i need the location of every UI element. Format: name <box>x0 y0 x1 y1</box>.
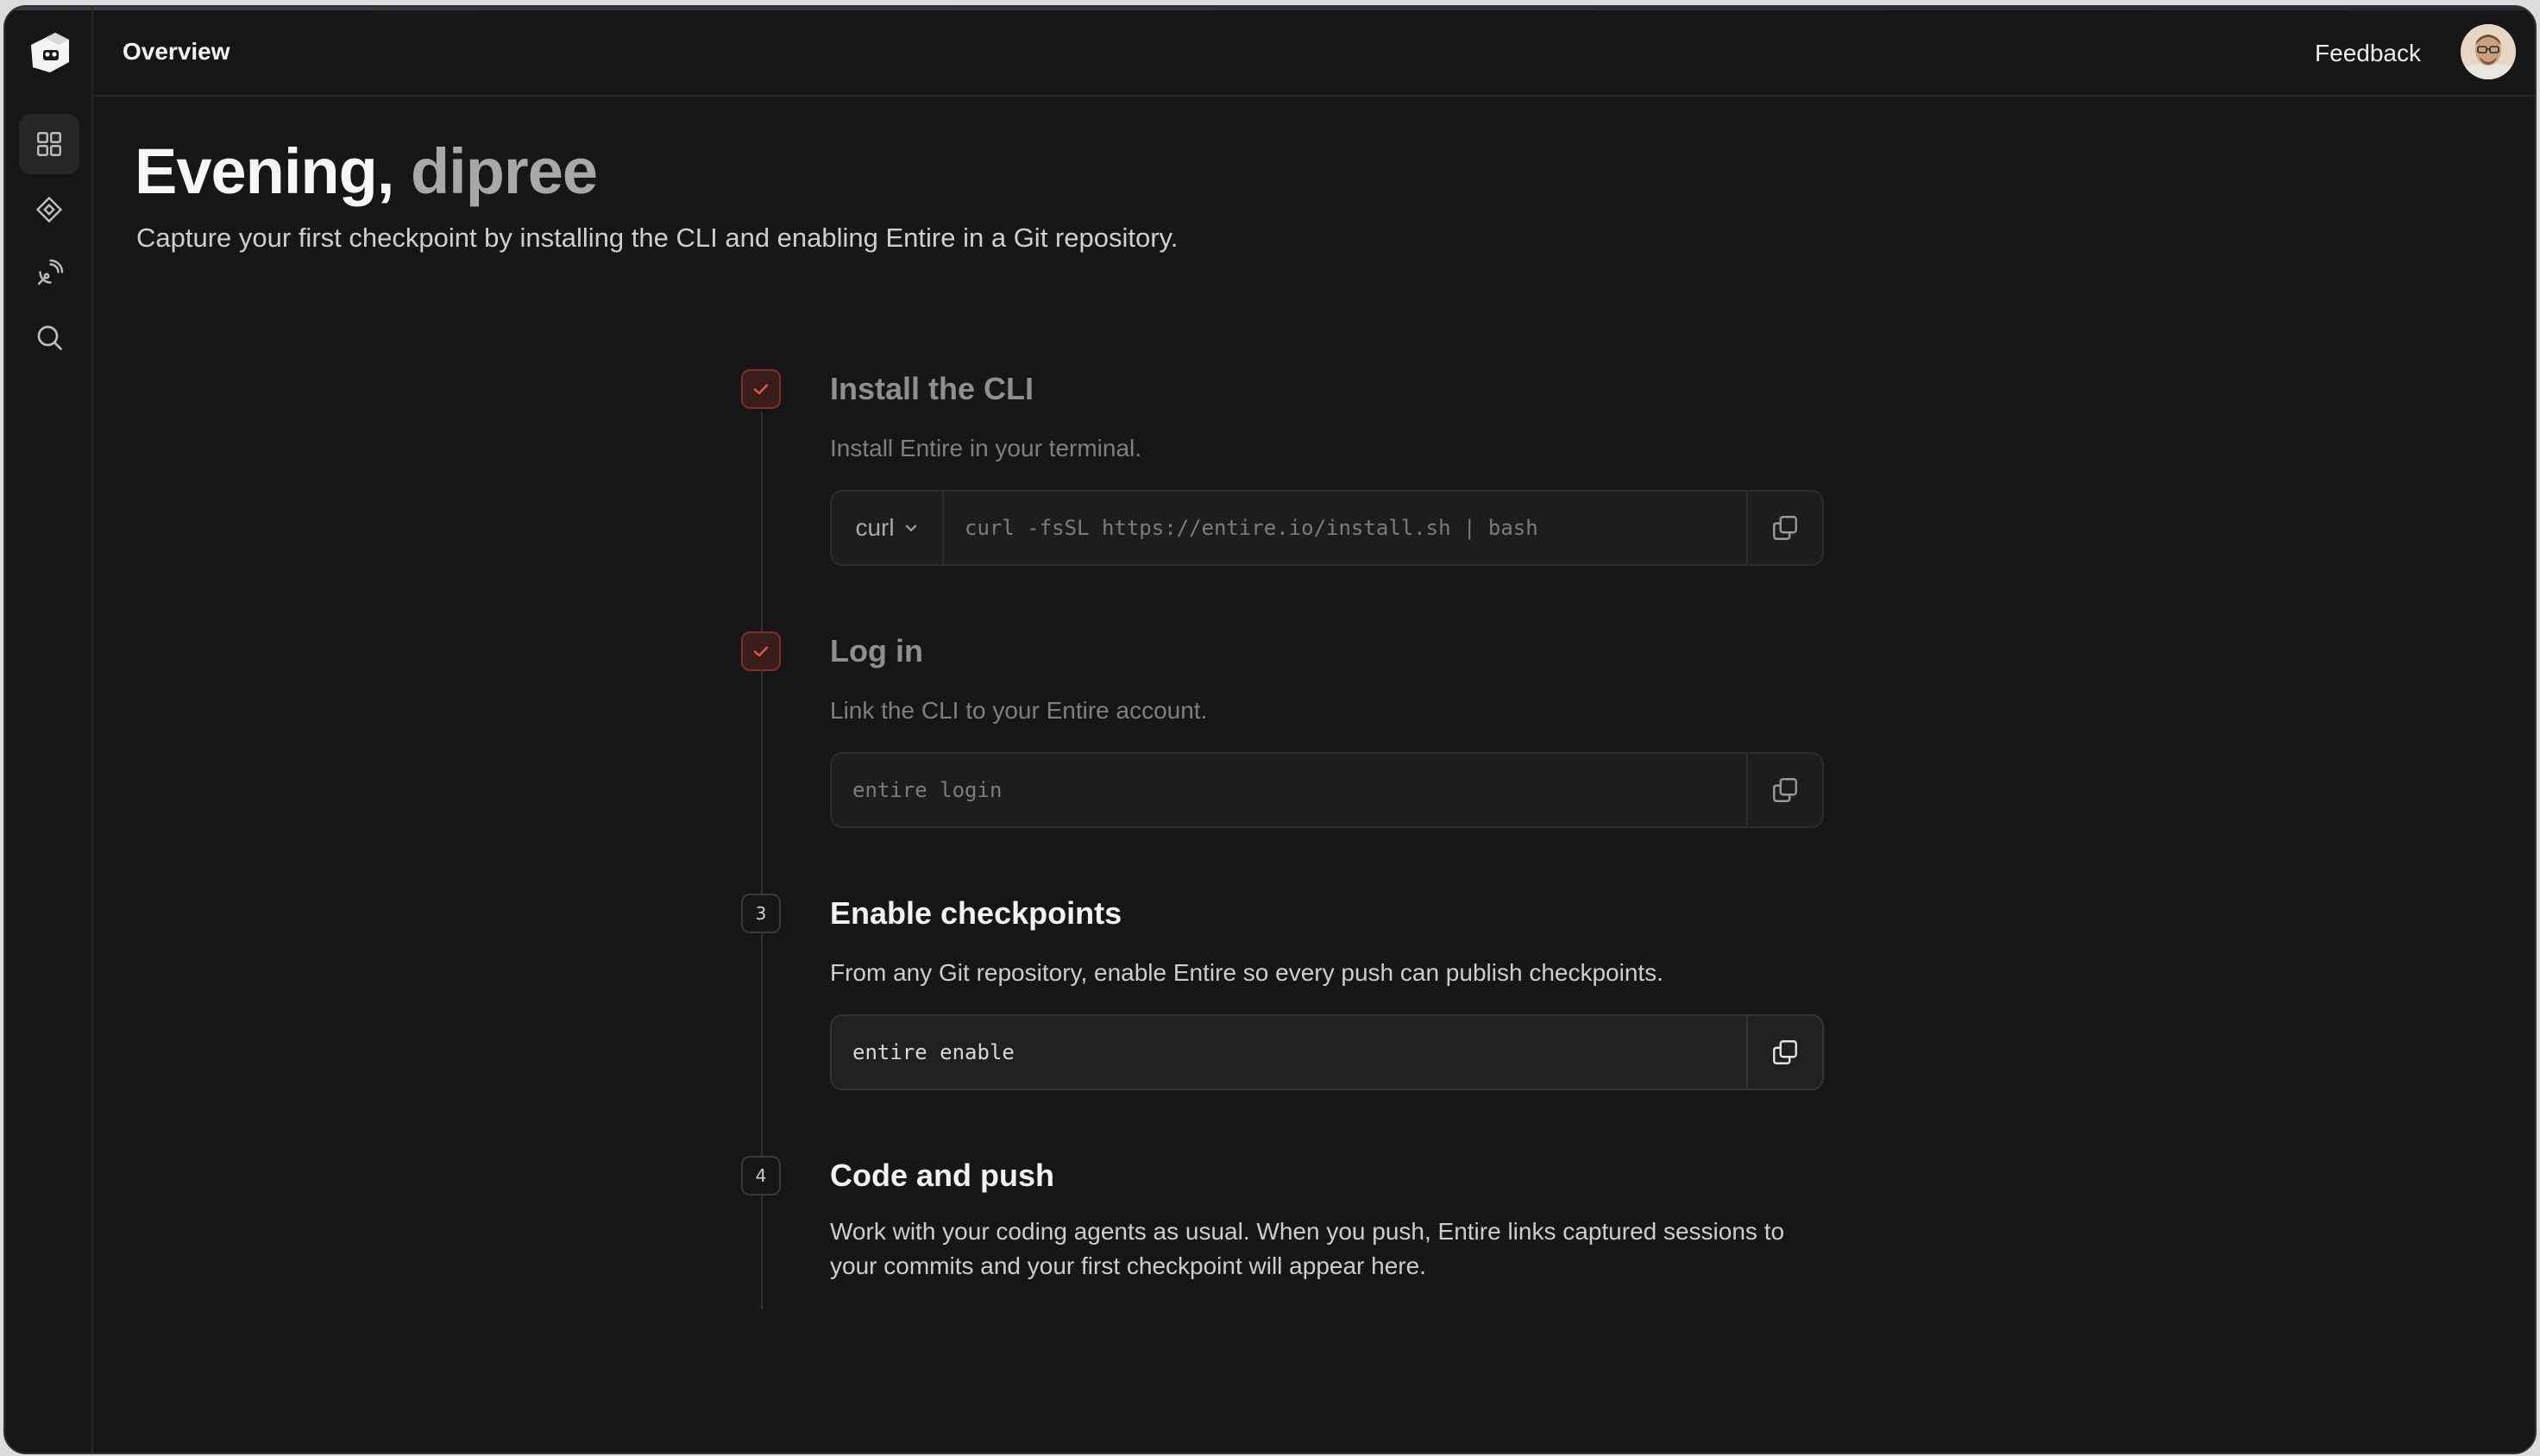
copy-icon <box>1773 778 1797 802</box>
command-text[interactable]: entire enable <box>832 1016 1746 1089</box>
command-box: entire login <box>830 752 1824 828</box>
topbar: Overview Feedback <box>93 7 2535 97</box>
page-title: Overview <box>123 38 230 65</box>
install-method-select[interactable]: curl <box>832 492 944 564</box>
satellite-icon <box>37 259 64 286</box>
avatar[interactable] <box>2461 24 2516 79</box>
greeting-username: dipree <box>410 135 598 207</box>
command-text[interactable]: entire login <box>832 754 1746 826</box>
step-title: Code and push <box>830 1158 1054 1193</box>
step-description: From any Git repository, enable Entire s… <box>830 959 1663 986</box>
sidebar-item-activity[interactable] <box>19 243 79 304</box>
copy-icon <box>1773 1040 1797 1064</box>
search-icon <box>37 325 62 350</box>
step-number-badge: 3 <box>741 894 781 933</box>
command-text[interactable]: curl -fsSL https://entire.io/install.sh … <box>944 492 1746 564</box>
command-box: curl curl -fsSL https://entire.io/instal… <box>830 490 1824 566</box>
brand-logo-icon[interactable] <box>24 28 74 78</box>
sidebar-item-search[interactable] <box>19 307 79 367</box>
step-title: Enable checkpoints <box>830 895 1122 931</box>
greeting-subtitle: Capture your first checkpoint by install… <box>136 223 1179 253</box>
diamond-icon <box>35 196 63 223</box>
step-description: Work with your coding agents as usual. W… <box>830 1218 1785 1279</box>
step-title: Install the CLI <box>830 371 1034 406</box>
user-avatar-icon <box>2461 24 2516 79</box>
copy-button[interactable] <box>1746 492 1822 564</box>
feedback-button[interactable]: Feedback <box>2315 40 2421 67</box>
grid-icon <box>37 132 61 156</box>
step-description: Link the CLI to your Entire account. <box>830 697 1208 724</box>
step-complete-marker <box>741 369 781 409</box>
copy-button[interactable] <box>1746 754 1822 826</box>
command-box: entire enable <box>830 1014 1824 1090</box>
step-number-badge: 4 <box>741 1156 781 1196</box>
step-description: Install Entire in your terminal. <box>830 435 1142 461</box>
chevron-down-icon <box>905 524 916 532</box>
copy-icon <box>1773 516 1797 540</box>
install-method-label: curl <box>855 514 895 541</box>
sidebar <box>5 7 93 1453</box>
copy-button[interactable] <box>1746 1016 1822 1089</box>
app-window: Overview Feedback Evening, dipree Captur… <box>3 5 2537 1454</box>
checkmark-icon <box>753 384 769 395</box>
greeting-prefix: Evening, <box>135 135 394 207</box>
main-content: Evening, dipree Capture your first check… <box>93 97 2535 1453</box>
checkmark-icon <box>753 646 769 657</box>
sidebar-item-overview[interactable] <box>19 114 79 174</box>
step-title: Log in <box>830 633 923 668</box>
greeting-heading: Evening, dipree <box>135 140 598 204</box>
step-complete-marker <box>741 631 781 671</box>
sidebar-item-diamond[interactable] <box>19 179 79 240</box>
